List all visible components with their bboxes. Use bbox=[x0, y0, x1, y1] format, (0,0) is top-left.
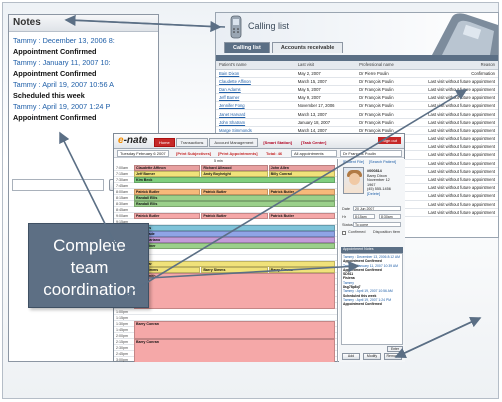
arrow-line bbox=[148, 260, 360, 279]
arrow-line bbox=[59, 131, 119, 251]
connector-arrows bbox=[59, 14, 482, 359]
arrow-line bbox=[395, 316, 482, 358]
arrow-line bbox=[71, 19, 222, 33]
view-interval: 5 min bbox=[214, 159, 223, 163]
arrow-line bbox=[117, 89, 468, 301]
